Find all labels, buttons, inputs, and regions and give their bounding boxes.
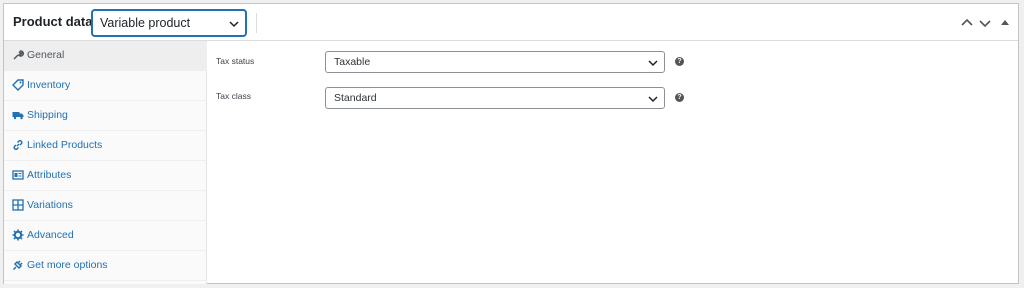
panel-header: Product data — Variable product — [4, 4, 1018, 41]
move-up-icon[interactable] — [960, 16, 974, 30]
tab-variations[interactable]: Variations — [4, 191, 207, 221]
link-icon — [13, 140, 23, 150]
tab-label: Attributes — [27, 169, 72, 181]
tab-label: Inventory — [27, 79, 71, 91]
truck-icon — [12, 112, 24, 120]
gear-icon — [12, 229, 24, 241]
tab-label: Get more options — [27, 259, 108, 271]
tab-shipping[interactable]: Shipping — [4, 101, 207, 131]
chevron-down-icon — [648, 96, 658, 103]
product-data-panel: Product data — Variable product General … — [3, 3, 1019, 284]
tax-status-label: Tax status — [216, 56, 255, 66]
product-data-tabs: General Inventory Shipping Linked Produc… — [4, 41, 207, 284]
tab-label: Linked Products — [27, 139, 103, 151]
tab-attributes[interactable]: Attributes — [4, 161, 207, 191]
help-icon[interactable]: ? — [675, 93, 684, 102]
product-type-value: Variable product — [100, 16, 191, 30]
header-divider — [256, 13, 257, 33]
list-icon — [12, 170, 24, 180]
move-down-icon[interactable] — [978, 16, 992, 30]
tab-label: General — [27, 49, 65, 61]
tab-inventory[interactable]: Inventory — [4, 71, 207, 101]
tab-label: Advanced — [27, 229, 74, 241]
tax-class-label: Tax class — [216, 91, 251, 101]
tax-class-value: Standard — [334, 92, 377, 104]
chevron-down-icon — [648, 60, 658, 67]
chevron-down-icon — [229, 21, 239, 28]
collapse-toggle-icon[interactable] — [998, 16, 1012, 30]
product-type-select[interactable]: Variable product — [92, 10, 246, 36]
tab-label: Variations — [27, 199, 73, 211]
plugin-icon — [12, 260, 23, 271]
wrench-icon — [13, 50, 24, 60]
help-icon[interactable]: ? — [675, 57, 684, 66]
tab-general[interactable]: General — [4, 41, 207, 71]
grid-icon — [12, 199, 24, 211]
tab-advanced[interactable]: Advanced — [4, 221, 207, 251]
tax-status-value: Taxable — [334, 56, 371, 68]
tax-class-select[interactable]: Standard — [325, 87, 665, 109]
tab-linked-products[interactable]: Linked Products — [4, 131, 207, 161]
tab-label: Shipping — [27, 109, 68, 121]
tab-get-more-options[interactable]: Get more options — [4, 251, 207, 281]
tax-status-select[interactable]: Taxable — [325, 51, 665, 73]
tag-icon — [12, 79, 24, 91]
